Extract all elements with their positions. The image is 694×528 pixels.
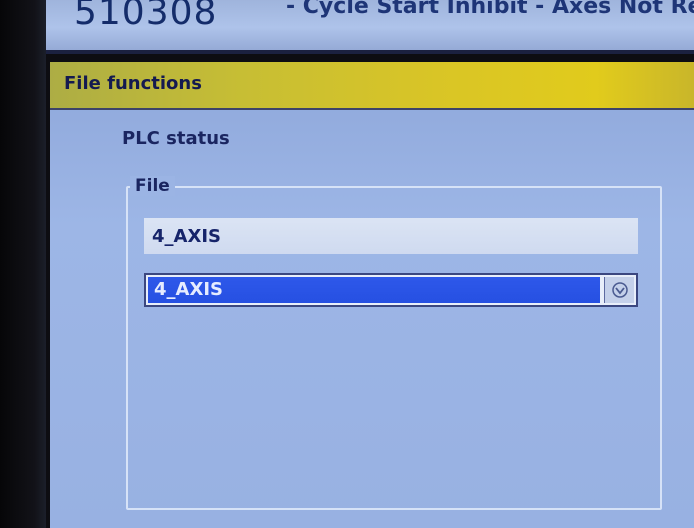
cnc-screen: 510308 - Cycle Start Inhibit - Axes Not … <box>0 0 694 528</box>
window-title: File functions <box>64 73 202 94</box>
file-group-label: File <box>130 176 175 196</box>
file-select-dropdown[interactable]: 4_AXIS <box>144 273 638 307</box>
window-title-bar: File functions <box>50 62 694 110</box>
alarm-message: - Cycle Start Inhibit - Axes Not Refer <box>286 0 694 19</box>
dropdown-arrow-icon <box>611 282 628 298</box>
file-name-field[interactable] <box>144 218 638 254</box>
alarm-number: 510308 <box>74 0 218 33</box>
plc-status-label: PLC status <box>122 128 230 149</box>
monitor-bezel <box>0 0 46 528</box>
file-functions-window: File functions PLC status File 4_AXIS <box>50 62 694 528</box>
alarm-bar: 510308 - Cycle Start Inhibit - Axes Not … <box>46 0 694 54</box>
dropdown-button[interactable] <box>604 277 634 303</box>
selected-file-value[interactable]: 4_AXIS <box>148 277 600 303</box>
